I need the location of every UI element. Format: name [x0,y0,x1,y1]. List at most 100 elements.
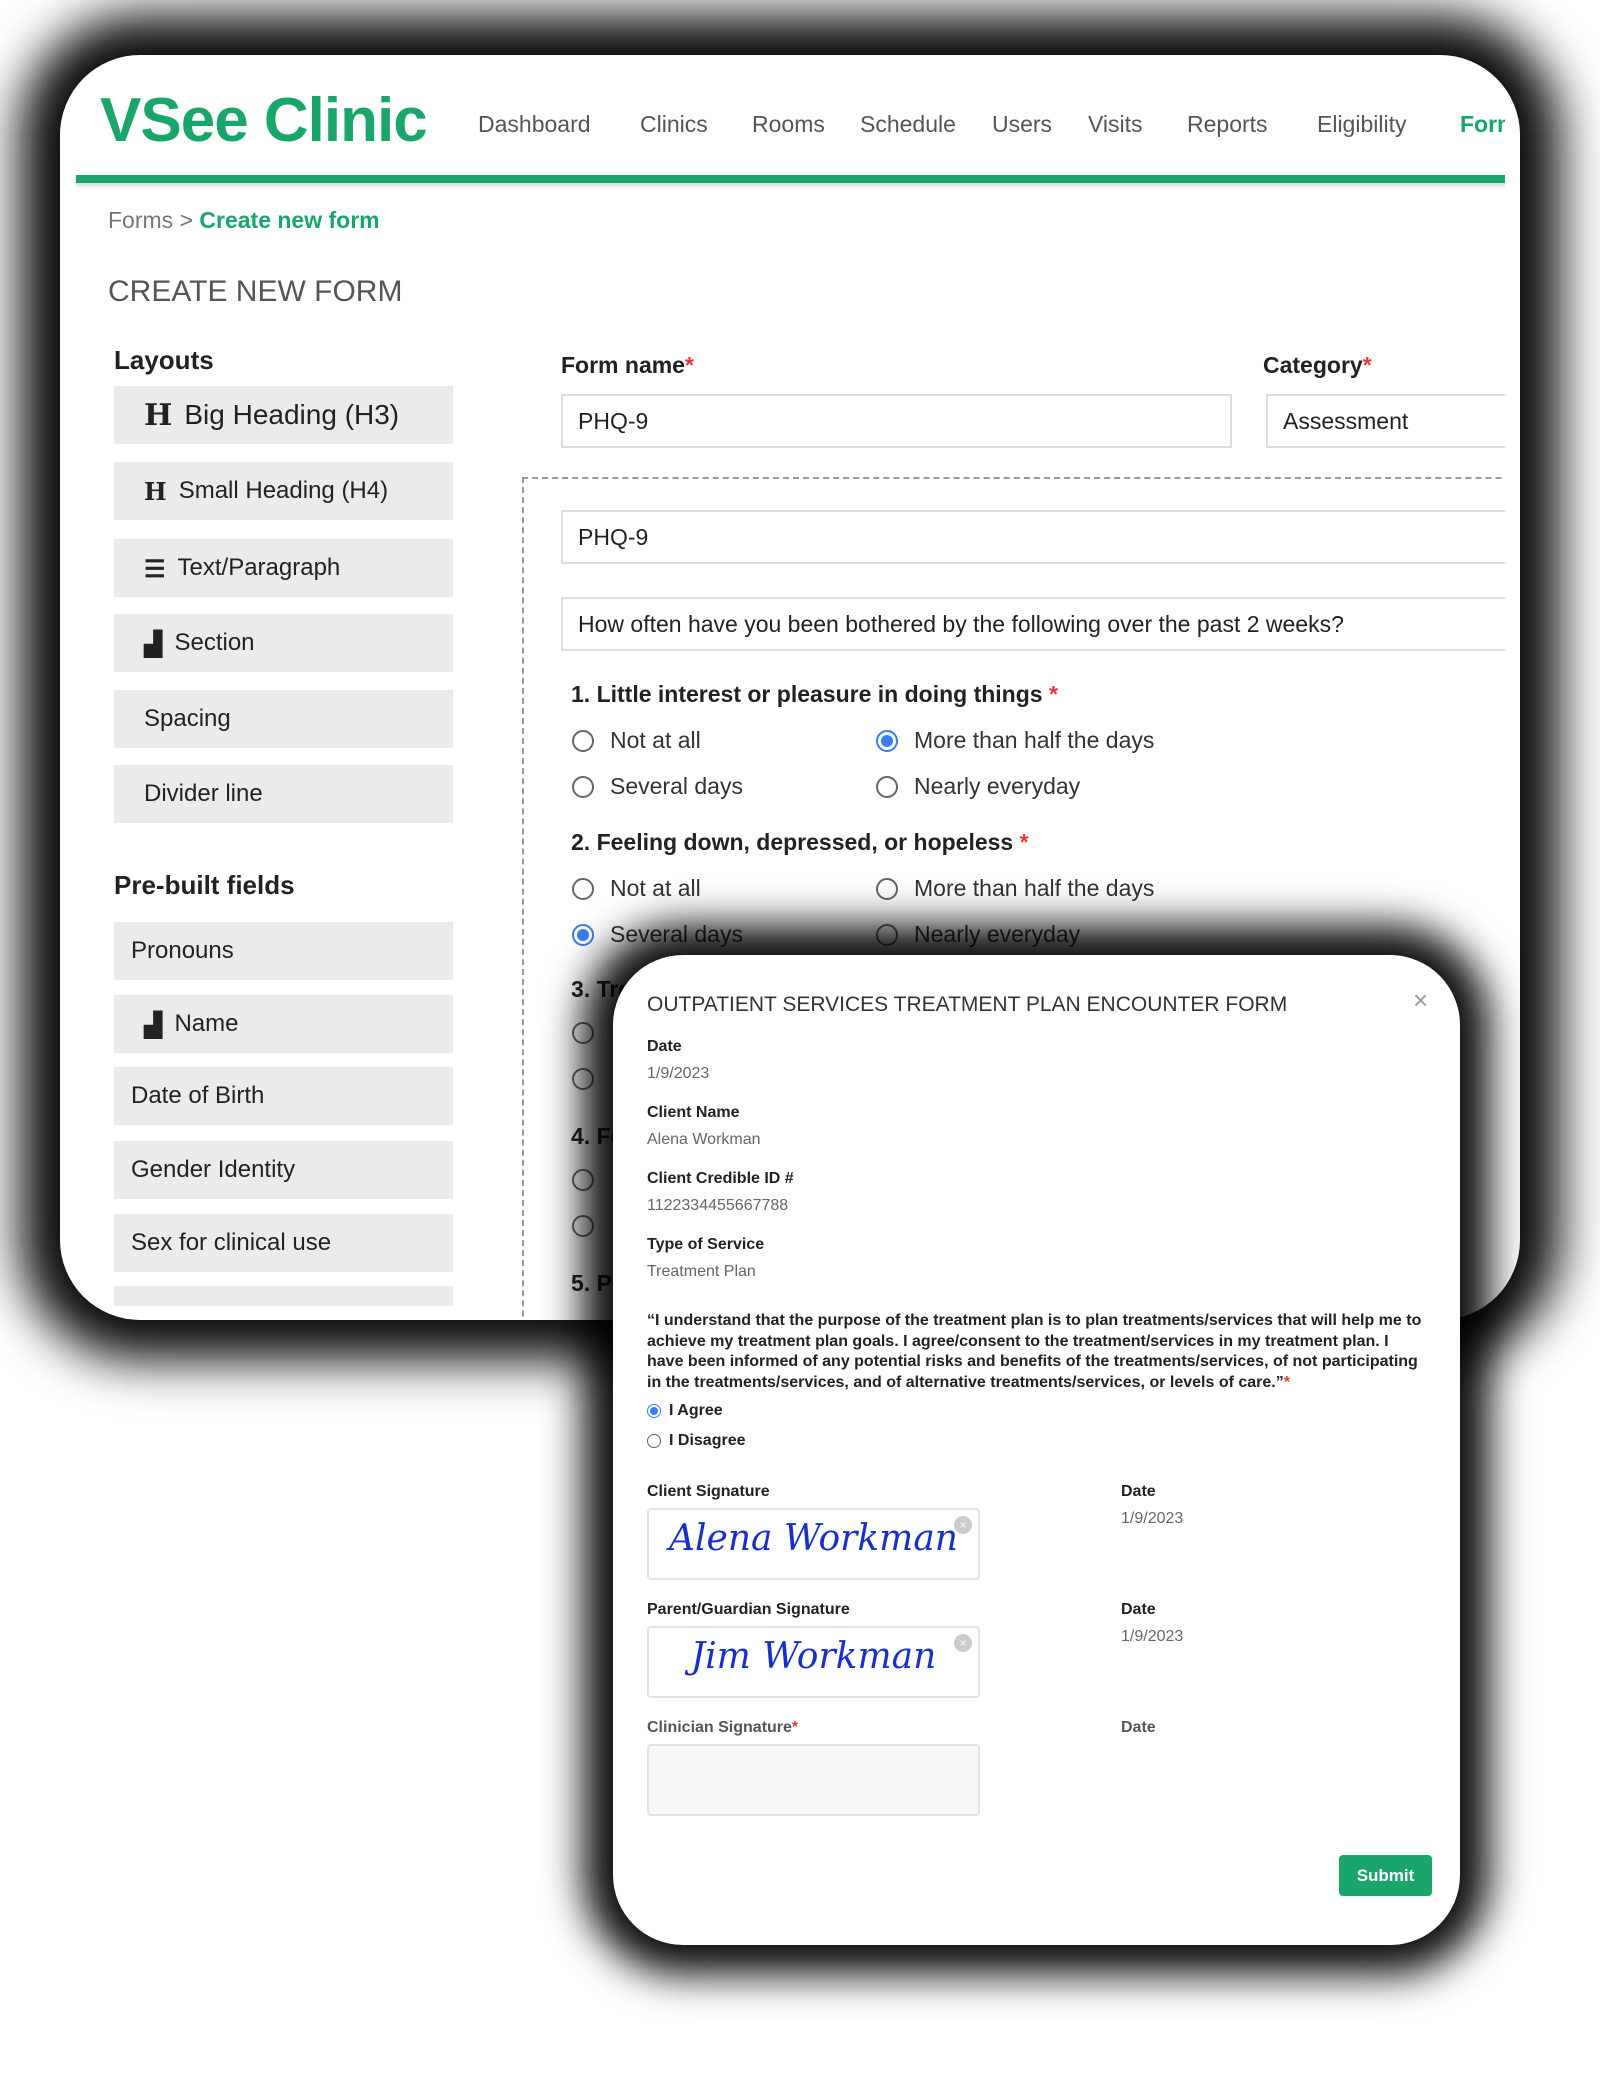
close-icon[interactable]: × [1413,985,1428,1016]
encounter-form-modal: OUTPATIENT SERVICES TREATMENT PLAN ENCOU… [613,955,1460,1945]
option-label: Nearly everyday [914,773,1081,799]
option-label: Several days [610,773,743,799]
sidebar-item-text-paragraph[interactable]: ☰ Text/Paragraph [114,539,453,597]
prebuilt-heading: Pre-built fields [114,870,295,900]
sidebar-item-pronouns[interactable]: Pronouns [114,922,453,980]
option-label: Nearly everyday [914,921,1081,947]
sidebar-item-big-heading-h3-[interactable]: H Big Heading (H3) [114,386,453,444]
consent-text: “I understand that the purpose of the tr… [647,1312,1422,1391]
nav-dashboard[interactable]: Dashboard [478,111,591,138]
field-value: 1/9/2023 [647,1065,710,1082]
date-label: Date [1121,1483,1156,1500]
sidebar-item-label: Date of Birth [131,1082,265,1109]
sidebar-item-label: Sex for clinical use [131,1229,332,1256]
sidebar-item-spacing[interactable]: Spacing [114,690,453,748]
agree-radio[interactable]: I Agree [647,1402,723,1420]
section-icon: ▟ [144,628,163,658]
question-2-label: 2. Feeling down, depressed, or hopeless … [571,829,1029,856]
sidebar-item-name[interactable]: ▟ Name [114,995,453,1053]
sidebar-item-label: Small Heading (H4) [178,477,389,504]
question-1-option[interactable]: Not at all [572,727,701,754]
form-name-input[interactable]: PHQ-9 [561,394,1232,448]
signature-pad[interactable] [647,1744,980,1816]
sidebar-item-more[interactable] [114,1286,453,1306]
question-3-option[interactable] [572,1068,610,1090]
sidebar-item-label: Section [174,629,255,656]
sidebar-item-small-heading-h4-[interactable]: H Small Heading (H4) [114,462,453,520]
page-title: CREATE NEW FORM [108,275,403,308]
form-heading-input[interactable]: PHQ-9 [561,510,1505,564]
radio-icon[interactable] [572,1169,594,1191]
radio-icon[interactable] [572,1022,594,1044]
required-asterisk: * [1042,681,1058,707]
signature-image: Jim Workman [690,1636,937,1677]
sig-label-text: Client Signature [647,1483,770,1500]
question-1-label: 1. Little interest or pleasure in doing … [571,681,1058,708]
radio-icon [647,1434,661,1448]
sidebar-item-label: Gender Identity [131,1156,296,1183]
option-label: More than half the days [914,727,1155,753]
sidebar-item-label: Big Heading (H3) [184,399,400,430]
signature-label: Client Signature [647,1483,770,1501]
clear-signature-icon[interactable]: × [954,1516,972,1534]
sidebar-item-gender-identity[interactable]: Gender Identity [114,1141,453,1199]
question-2-option[interactable]: Not at all [572,875,701,902]
radio-icon[interactable] [572,775,594,798]
heading-icon: H [144,397,173,433]
field-label: Type of Service [647,1236,765,1253]
sidebar-item-section[interactable]: ▟ Section [114,614,453,672]
radio-selected-icon [647,1404,661,1418]
question-2-option[interactable]: More than half the days [876,875,1154,902]
nav-eligibility[interactable]: Eligibility [1317,111,1406,138]
category-select[interactable]: Assessment [1266,394,1505,448]
question-2-option[interactable]: Nearly everyday [876,921,1080,948]
radio-icon[interactable] [572,877,594,900]
field-label: Client Name [647,1104,740,1121]
option-label: More than half the days [914,875,1155,901]
radio-selected-icon[interactable] [572,923,594,946]
sig-label-text: Clinician Signature [647,1719,792,1736]
radio-icon[interactable] [572,1215,594,1237]
section-icon: ▟ [144,1009,163,1039]
date-label: Date [1121,1719,1156,1736]
form-intro-input[interactable]: How often have you been bothered by the … [561,597,1505,651]
sidebar-item-sex-for-clinical-use[interactable]: Sex for clinical use [114,1214,453,1272]
nav-visits[interactable]: Visits [1088,111,1143,138]
question-1-option[interactable]: Several days [572,773,743,800]
category-label: Category* [1263,352,1372,378]
field-value: Alena Workman [647,1131,761,1148]
question-2-option[interactable]: Several days [572,921,743,948]
question-4-option[interactable] [572,1215,610,1237]
nav-users[interactable]: Users [992,111,1052,138]
date-value: 1/9/2023 [1121,1628,1184,1645]
nav-forms[interactable]: Forms [1460,111,1505,138]
submit-button[interactable]: Submit [1339,1855,1432,1896]
nav-rooms[interactable]: Rooms [752,111,825,138]
nav-clinics[interactable]: Clinics [640,111,708,138]
sidebar-item-date-of-birth[interactable]: Date of Birth [114,1067,453,1125]
option-label: Several days [610,921,743,947]
radio-icon[interactable] [572,729,594,752]
radio-selected-icon[interactable] [876,729,898,752]
question-4-option[interactable] [572,1169,610,1191]
question-1-option[interactable]: More than half the days [876,727,1154,754]
clear-signature-icon[interactable]: × [954,1634,972,1652]
radio-icon[interactable] [876,923,898,946]
radio-icon[interactable] [876,775,898,798]
radio-icon[interactable] [876,877,898,900]
radio-icon[interactable] [572,1068,594,1090]
question-text: 2. Feeling down, depressed, or hopeless [571,829,1014,855]
field-label: Date [647,1038,682,1055]
signature-pad[interactable]: Jim Workman × [647,1626,980,1698]
nav-reports[interactable]: Reports [1187,111,1268,138]
question-3-option[interactable] [572,1022,610,1044]
breadcrumb-forms[interactable]: Forms [108,207,173,233]
nav-schedule[interactable]: Schedule [860,111,956,138]
sidebar-item-divider-line[interactable]: Divider line [114,765,453,823]
sidebar-item-label: Text/Paragraph [177,554,341,581]
signature-label: Parent/Guardian Signature [647,1601,850,1619]
sig-label-text: Parent/Guardian Signature [647,1601,850,1618]
signature-pad[interactable]: Alena Workman × [647,1508,980,1580]
question-1-option[interactable]: Nearly everyday [876,773,1080,800]
disagree-radio[interactable]: I Disagree [647,1432,745,1450]
